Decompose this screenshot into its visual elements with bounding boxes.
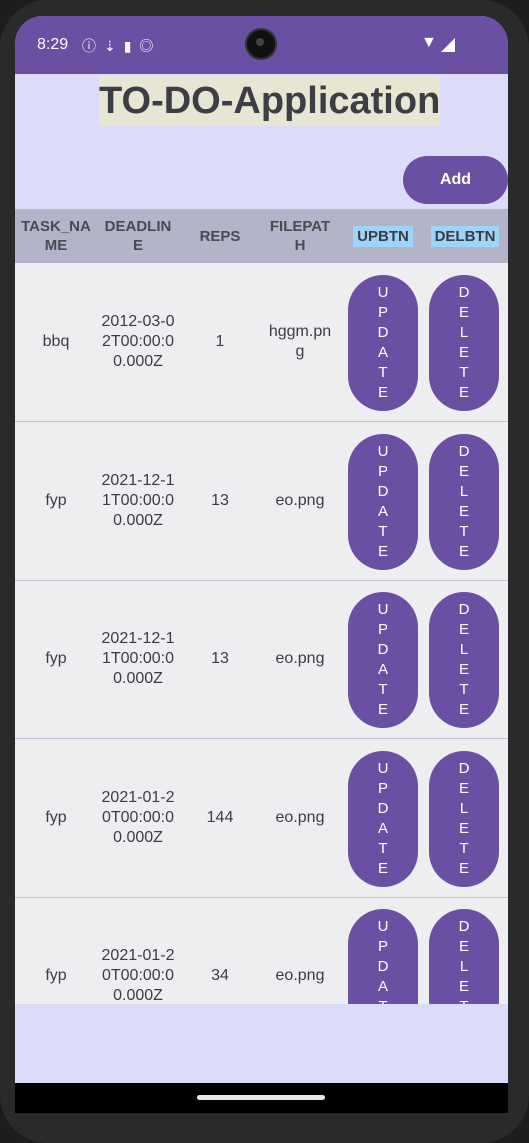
reps-cell: 13 [211,650,229,667]
column-header-filepath: FILEPATH [269,218,331,254]
deadline-cell: 2021-12-11T00:00:00.000Z [101,630,175,687]
table-header: TASK_NAME DEADLINE REPS FILEPATH UPBTN D… [15,209,508,263]
status-bar: 8:29 ⓘ⇣▮◎ ▼ [15,16,508,74]
filepath-cell: hggm.png [268,323,332,360]
table-row: fyp 2021-01-20T00:00:00.000Z 144 eo.png U P D A… [15,739,508,898]
page-title: TO-DO-Application [99,76,441,126]
table-row: fyp 2021-12-11T00:00:00.000Z 13 eo.png U P D A T… [15,580,508,739]
home-handle[interactable] [197,1095,325,1100]
column-header-task-name: TASK_NAME [21,218,91,254]
filepath-cell: eo.png [275,808,325,826]
wifi-icon: ▼ [421,34,437,51]
reps-cell: 13 [211,491,229,509]
status-time: 8:29 [37,36,69,53]
filepath-cell: eo.png [275,491,325,509]
deadline-cell: 2021-12-11T00:00:00.000Z [101,471,175,529]
notification-icons: ⓘ⇣▮◎ [82,38,162,54]
delete-button[interactable]: DELETE [429,750,499,887]
deadline-cell: 2012-03-02T00:00:00.000Z [101,313,175,370]
delete-button[interactable]: DELETE [429,275,499,411]
update-button[interactable]: UPDATE [348,275,418,411]
reps-cell: 144 [206,808,234,826]
delete-button[interactable]: DELETE [429,909,499,1004]
deadline-cell: 2021-01-20T00:00:00.000Z [101,947,175,1004]
delete-button[interactable]: DELETE [429,592,499,728]
add-button[interactable]: Add [403,156,508,204]
column-header-reps: REPS [199,227,241,245]
task-name-cell: bbq [42,333,70,350]
task-list[interactable]: bbq 2012-03-02T00:00:00.000Z 1 hggm.png U P D A… [15,263,508,1004]
column-header-delbtn: DELBTN [427,209,503,263]
column-header-deadline: DEADLINE [104,218,172,254]
task-name-cell: fyp [45,808,67,826]
app-screen: 8:29 ⓘ⇣▮◎ ▼ TO-DO-Application Add TASK_N… [15,16,508,1112]
update-button[interactable]: UPDATE [348,909,418,1004]
table-row: fyp 2021-01-20T00:00:00.000Z 34 eo.png UPDAT… [15,897,508,1004]
phone-frame: 8:29 ⓘ⇣▮◎ ▼ TO-DO-Application Add TASK_N… [0,0,529,1143]
column-header-upbtn: UPBTN [345,209,421,263]
update-button[interactable]: UPDATE [348,433,418,570]
filepath-cell: eo.png [275,650,325,667]
update-button[interactable]: UPDATE [348,592,418,728]
filepath-cell: eo.png [275,967,325,984]
delete-button[interactable]: DELETE [429,433,499,570]
navigation-bar [15,1083,508,1113]
deadline-cell: 2021-01-20T00:00:00.000Z [101,788,175,846]
task-name-cell: fyp [45,967,67,984]
table-row: bbq 2012-03-02T00:00:00.000Z 1 hggm.png U P D A… [15,263,508,422]
reps-cell: 1 [215,333,225,350]
bottom-empty-area [15,1004,508,1084]
reps-cell: 34 [211,967,229,984]
task-name-cell: fyp [45,650,67,667]
camera-icon [247,30,275,58]
update-button[interactable]: UPDATE [348,750,418,887]
task-name-cell: fyp [45,491,67,509]
table-row: fyp 2021-12-11T00:00:00.000Z 13 eo.png U P D A T… [15,422,508,581]
signal-icon [441,38,455,52]
